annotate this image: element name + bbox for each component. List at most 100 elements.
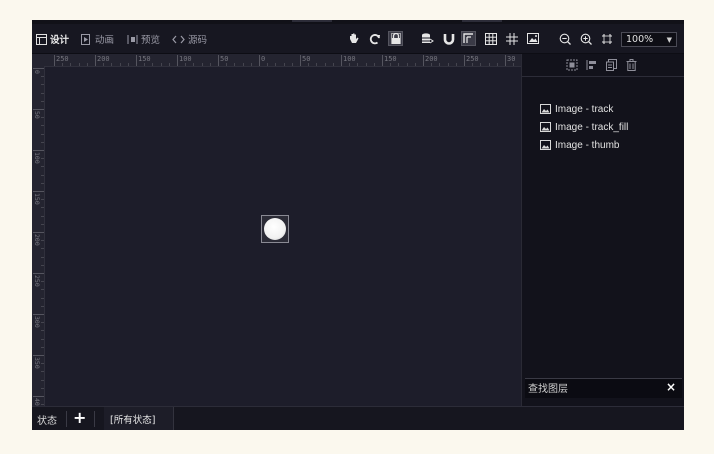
fit-screen-icon <box>601 33 612 44</box>
ruler-minor-tick <box>41 100 44 102</box>
ruler-minor-tick <box>103 63 105 66</box>
ruler-minor-tick <box>349 63 351 66</box>
database-tool[interactable] <box>420 31 435 46</box>
ruler-label: 300 <box>33 316 41 328</box>
select-layer-button[interactable] <box>565 58 578 71</box>
lock-icon <box>390 33 401 44</box>
ruler-minor-tick <box>41 166 44 168</box>
preview-mode-tab[interactable]: 预览 <box>127 31 160 47</box>
ruler-minor-tick <box>185 63 187 66</box>
ruler-major-tick <box>33 355 44 356</box>
delete-layer-button[interactable] <box>625 58 638 71</box>
ruler-minor-tick <box>41 379 44 381</box>
search-clear-button[interactable]: × <box>666 380 676 394</box>
grid-tool[interactable] <box>483 31 498 46</box>
ruler-minor-tick <box>168 63 170 66</box>
delete-icon <box>626 58 637 71</box>
image-layer-icon <box>540 140 551 150</box>
ruler-minor-tick <box>41 371 44 373</box>
hash-grid-icon <box>505 32 518 45</box>
ruler-minor-tick <box>41 76 44 78</box>
design-canvas[interactable] <box>45 67 521 406</box>
ruler-minor-tick <box>144 63 146 66</box>
ruler-major-tick <box>300 55 301 66</box>
ruler-major-tick <box>259 55 260 66</box>
slider-thumb-image[interactable] <box>264 218 286 240</box>
ruler-major-tick <box>33 68 44 69</box>
layer-search-row: × <box>525 378 682 399</box>
refresh-tool[interactable] <box>367 31 382 46</box>
ruler-minor-tick <box>41 322 44 324</box>
layer-item-track[interactable]: Image - track <box>540 101 613 117</box>
design-mode-label: 设计 <box>50 35 70 46</box>
add-state-button[interactable]: + <box>73 408 86 427</box>
fit-screen-button[interactable] <box>599 31 614 46</box>
ruler-label: 150 <box>384 55 397 63</box>
ruler-major-tick <box>95 55 96 66</box>
ruler-minor-tick <box>41 174 44 176</box>
ruler-minor-tick <box>41 92 44 94</box>
ruler-minor-tick <box>41 84 44 86</box>
ruler-minor-tick <box>41 207 44 209</box>
ruler-minor-tick <box>513 63 515 66</box>
image-tool[interactable] <box>526 31 541 46</box>
ruler-minor-tick <box>41 182 44 184</box>
ruler-label: 250 <box>33 275 41 287</box>
zoom-select[interactable]: 100% ▼ <box>621 32 677 47</box>
ruler-minor-tick <box>41 338 44 340</box>
ruler-minor-tick <box>41 264 44 266</box>
ruler-major-tick <box>33 191 44 192</box>
ruler-major-tick <box>33 314 44 315</box>
ruler-minor-tick <box>324 63 326 66</box>
copy-layer-button[interactable] <box>605 58 618 71</box>
magnet-tool[interactable] <box>441 31 456 46</box>
image-layer-icon <box>540 104 551 114</box>
zoom-in-button[interactable] <box>578 31 593 46</box>
ruler-label: 50 <box>33 111 41 119</box>
layout-tool[interactable] <box>461 31 476 46</box>
horizontal-ruler: 250 200 150 100 50 0 50 100 150 200 250 30 <box>32 54 521 67</box>
zoom-out-button[interactable] <box>557 31 572 46</box>
select-layer-icon <box>566 59 577 70</box>
lock-tool[interactable] <box>388 31 403 46</box>
ruler-minor-tick <box>226 63 228 66</box>
ruler-minor-tick <box>431 63 433 66</box>
ui-editor-window: 设计 动画 预览 源码 100% ▼ 250 200 150 100 50 0 … <box>32 20 684 430</box>
layer-item-thumb[interactable]: Image - thumb <box>540 137 619 153</box>
animation-mode-tab[interactable]: 动画 <box>81 31 114 47</box>
hand-tool[interactable] <box>346 31 361 46</box>
hash-grid-tool[interactable] <box>504 31 519 46</box>
ruler-minor-tick <box>160 63 162 66</box>
ruler-major-tick <box>423 55 424 66</box>
all-states-label: [所有状态] <box>110 415 156 426</box>
layer-item-track-fill[interactable]: Image - track_fill <box>540 119 628 135</box>
ruler-minor-tick <box>275 63 277 66</box>
design-mode-tab[interactable]: 设计 <box>36 31 69 47</box>
ruler-minor-tick <box>291 63 293 66</box>
ruler-minor-tick <box>209 63 211 66</box>
ruler-minor-tick <box>41 158 44 160</box>
source-mode-tab[interactable]: 源码 <box>172 31 207 47</box>
database-icon <box>422 32 434 43</box>
ruler-label: 100 <box>33 152 41 164</box>
ruler-minor-tick <box>127 63 129 66</box>
state-label: 状态 <box>37 416 57 427</box>
ruler-minor-tick <box>373 63 375 66</box>
ruler-label: 200 <box>33 234 41 246</box>
layers-panel: Image - track Image - track_fill Image -… <box>521 54 684 406</box>
ruler-major-tick <box>382 55 383 66</box>
preview-mode-label: 预览 <box>141 35 161 46</box>
grid-icon <box>484 32 497 45</box>
ruler-minor-tick <box>86 63 88 66</box>
layer-search-input[interactable] <box>525 379 660 399</box>
all-states-tab[interactable]: [所有状态] <box>104 407 174 430</box>
slider-thumb-selection[interactable] <box>261 215 289 243</box>
ruler-minor-tick <box>283 63 285 66</box>
ruler-minor-tick <box>62 63 64 66</box>
ruler-minor-tick <box>70 63 72 66</box>
ruler-minor-tick <box>152 63 154 66</box>
ruler-minor-tick <box>193 63 195 66</box>
ruler-minor-tick <box>41 117 44 119</box>
align-layer-button[interactable] <box>585 58 598 71</box>
ruler-minor-tick <box>111 63 113 66</box>
